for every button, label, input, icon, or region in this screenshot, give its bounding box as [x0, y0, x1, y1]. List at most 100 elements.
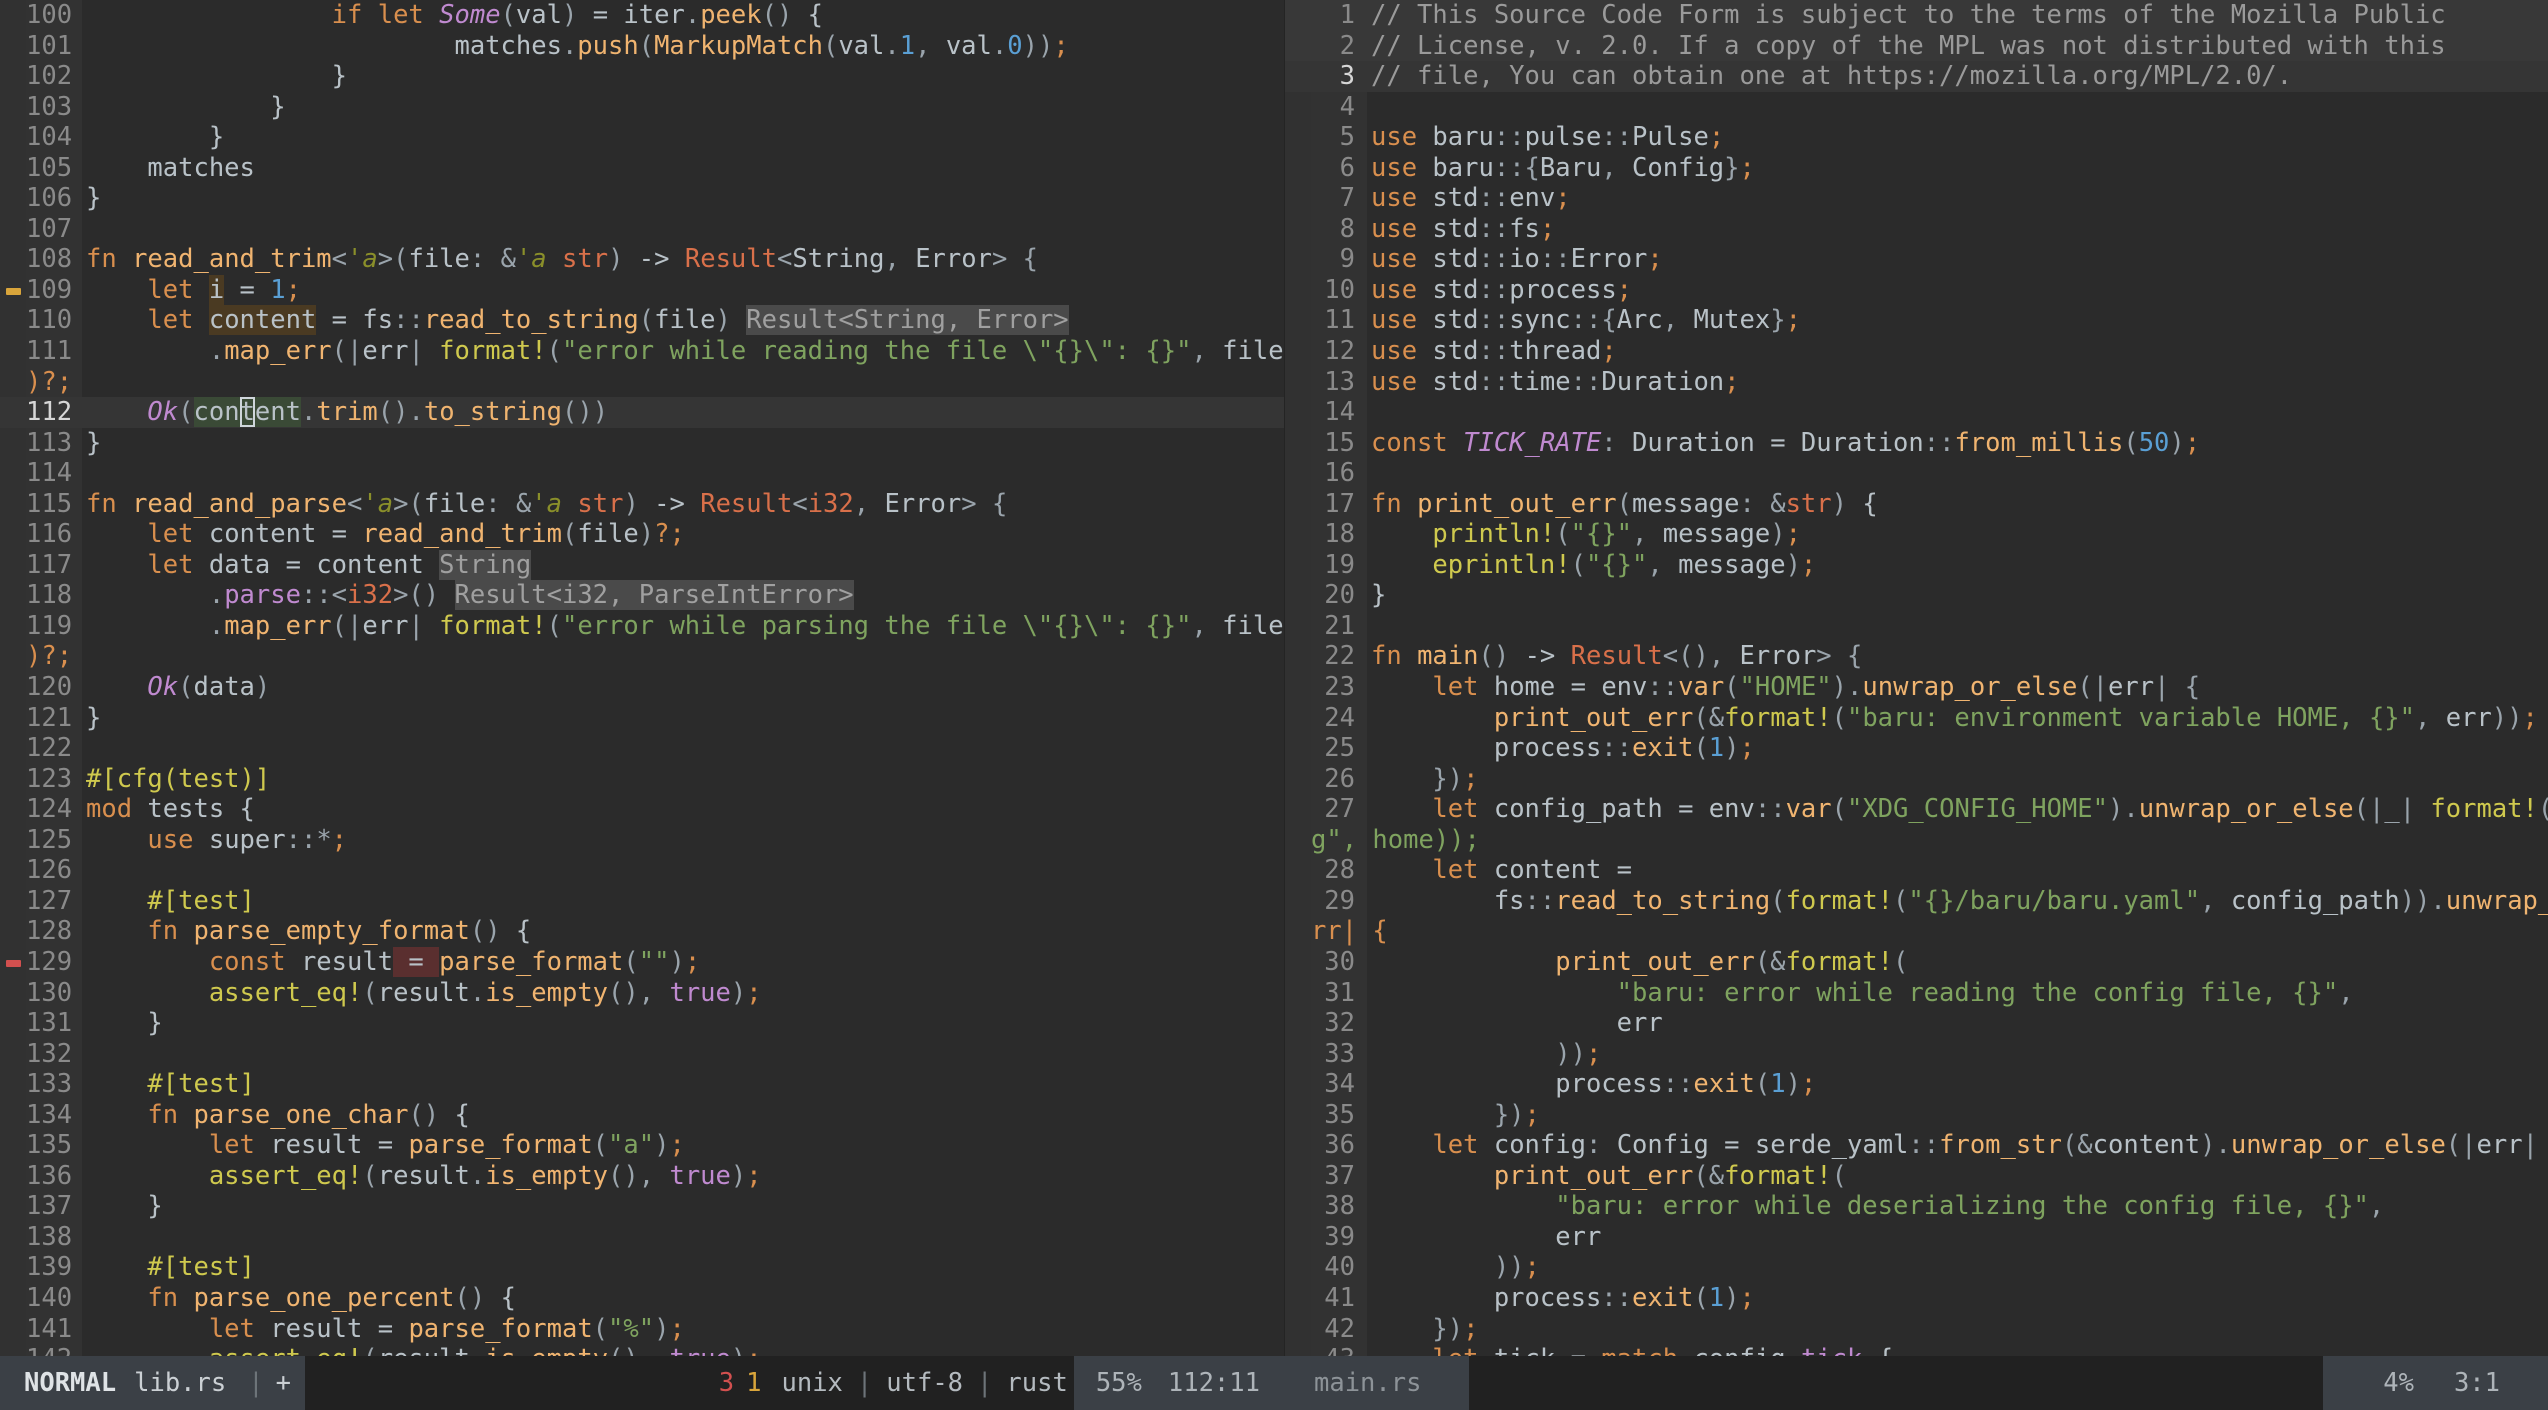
sign-cell[interactable]: [1285, 1344, 1311, 1356]
code-line[interactable]: 22fn main() -> Result<(), Error> {: [1285, 641, 2548, 672]
code-line[interactable]: 12use std::thread;: [1285, 336, 2548, 367]
sign-cell[interactable]: [1285, 1039, 1311, 1070]
sign-cell[interactable]: [1285, 214, 1311, 245]
code-text[interactable]: ));: [1367, 1252, 2548, 1283]
code-text[interactable]: use std::thread;: [1367, 336, 2548, 367]
code-line[interactable]: 133 #[test]: [0, 1069, 1284, 1100]
code-line[interactable]: 27 let config_path = env::var("XDG_CONFI…: [1285, 794, 2548, 825]
code-line[interactable]: 101 matches.push(MarkupMatch(val.1, val.…: [0, 31, 1284, 62]
code-text[interactable]: use std::sync::{Arc, Mutex};: [1367, 305, 2548, 336]
code-line[interactable]: 10use std::process;: [1285, 275, 2548, 306]
code-line[interactable]: 36 let config: Config = serde_yaml::from…: [1285, 1130, 2548, 1161]
sign-cell[interactable]: [1285, 978, 1311, 1009]
code-line[interactable]: 31 "baru: error while reading the config…: [1285, 978, 2548, 1009]
code-line[interactable]: 2// License, v. 2.0. If a copy of the MP…: [1285, 31, 2548, 62]
code-text[interactable]: fn parse_one_char() {: [82, 1100, 1284, 1131]
code-text[interactable]: #[test]: [82, 886, 1284, 917]
code-text[interactable]: "baru: error while reading the config fi…: [1367, 978, 2548, 1009]
code-line[interactable]: 34 process::exit(1);: [1285, 1069, 2548, 1100]
code-text[interactable]: let result = parse_format("a");: [82, 1130, 1284, 1161]
sign-cell[interactable]: [1285, 794, 1311, 825]
code-text[interactable]: use std::process;: [1367, 275, 2548, 306]
code-text[interactable]: let result = parse_format("%");: [82, 1314, 1284, 1345]
code-text[interactable]: err: [1367, 1008, 2548, 1039]
code-text[interactable]: "baru: error while deserializing the con…: [1367, 1191, 2548, 1222]
code-line[interactable]: 7use std::env;: [1285, 183, 2548, 214]
code-text[interactable]: assert_eq!(result.is_empty(), true);: [82, 1344, 1284, 1356]
code-text[interactable]: let config: Config = serde_yaml::from_st…: [1367, 1130, 2548, 1161]
code-text[interactable]: // License, v. 2.0. If a copy of the MPL…: [1367, 31, 2548, 62]
code-line[interactable]: 129 const result = parse_format("");: [0, 947, 1284, 978]
sign-cell[interactable]: [1285, 1161, 1311, 1192]
code-line[interactable]: 111 .map_err(|err| format!("error while …: [0, 336, 1284, 367]
sign-cell[interactable]: [0, 1100, 26, 1131]
code-text[interactable]: // This Source Code Form is subject to t…: [1367, 0, 2548, 31]
code-text[interactable]: }: [82, 183, 1284, 214]
sign-cell[interactable]: [1285, 1130, 1311, 1161]
sign-cell[interactable]: [1285, 183, 1311, 214]
code-line[interactable]: 25 process::exit(1);: [1285, 733, 2548, 764]
sign-cell[interactable]: [0, 1161, 26, 1192]
sign-cell[interactable]: [1285, 92, 1311, 123]
code-line[interactable]: 42 });: [1285, 1314, 2548, 1345]
code-text[interactable]: print_out_err(&format!(: [1367, 947, 2548, 978]
code-text[interactable]: ));: [1367, 1039, 2548, 1070]
sign-cell[interactable]: [1285, 886, 1311, 917]
sign-cell[interactable]: [0, 31, 26, 62]
code-line[interactable]: 30 print_out_err(&format!(: [1285, 947, 2548, 978]
code-text[interactable]: fn parse_one_percent() {: [82, 1283, 1284, 1314]
code-text[interactable]: use std::time::Duration;: [1367, 367, 2548, 398]
sign-cell[interactable]: [0, 703, 26, 734]
code-text[interactable]: .map_err(|err| format!("error while pars…: [82, 611, 1284, 642]
sign-cell[interactable]: [1285, 1283, 1311, 1314]
code-text[interactable]: let config_path = env::var("XDG_CONFIG_H…: [1367, 794, 2548, 825]
sign-cell[interactable]: [0, 489, 26, 520]
code-line[interactable]: 113}: [0, 428, 1284, 459]
code-text[interactable]: let data = content String: [82, 550, 1284, 581]
code-line[interactable]: 18 println!("{}", message);: [1285, 519, 2548, 550]
sign-cell[interactable]: [0, 794, 26, 825]
pane-main-rs[interactable]: 1// This Source Code Form is subject to …: [1284, 0, 2548, 1356]
sign-cell[interactable]: [1285, 703, 1311, 734]
code-text[interactable]: let tick = match config.tick {: [1367, 1344, 2548, 1356]
code-line[interactable]: 141 let result = parse_format("%");: [0, 1314, 1284, 1345]
sign-cell[interactable]: [0, 336, 26, 367]
sign-cell[interactable]: [1285, 153, 1311, 184]
sign-cell[interactable]: [0, 397, 26, 428]
code-text[interactable]: process::exit(1);: [1367, 1069, 2548, 1100]
code-line[interactable]: 142 assert_eq!(result.is_empty(), true);: [0, 1344, 1284, 1356]
sign-cell[interactable]: [0, 1344, 26, 1356]
sign-cell[interactable]: [0, 183, 26, 214]
sign-cell[interactable]: [0, 0, 26, 31]
sign-cell[interactable]: [0, 1008, 26, 1039]
sign-cell[interactable]: [1285, 764, 1311, 795]
sign-cell[interactable]: [0, 458, 26, 489]
code-text[interactable]: const TICK_RATE: Duration = Duration::fr…: [1367, 428, 2548, 459]
code-text[interactable]: use baru::{Baru, Config};: [1367, 153, 2548, 184]
code-line[interactable]: 1// This Source Code Form is subject to …: [1285, 0, 2548, 31]
code-line[interactable]: 100 if let Some(val) = iter.peek() {: [0, 0, 1284, 31]
error-sign-icon[interactable]: [0, 947, 26, 978]
code-text[interactable]: }: [1367, 580, 2548, 611]
sign-cell[interactable]: [0, 1283, 26, 1314]
sign-cell[interactable]: [1285, 367, 1311, 398]
code-text[interactable]: });: [1367, 764, 2548, 795]
code-text[interactable]: matches.push(MarkupMatch(val.1, val.0));: [82, 31, 1284, 62]
code-text[interactable]: matches: [82, 153, 1284, 184]
code-line-wrap[interactable]: g", home));: [1285, 825, 2548, 856]
sign-cell[interactable]: [0, 978, 26, 1009]
code-line-wrap[interactable]: )?;: [0, 641, 1284, 672]
code-line[interactable]: 122: [0, 733, 1284, 764]
code-line[interactable]: 24 print_out_err(&format!("baru: environ…: [1285, 703, 2548, 734]
code-line[interactable]: 127 #[test]: [0, 886, 1284, 917]
sign-cell[interactable]: [0, 825, 26, 856]
code-line[interactable]: 17fn print_out_err(message: &str) {: [1285, 489, 2548, 520]
code-line[interactable]: 15const TICK_RATE: Duration = Duration::…: [1285, 428, 2548, 459]
code-text[interactable]: }: [82, 92, 1284, 123]
sign-cell[interactable]: [1285, 611, 1311, 642]
code-line[interactable]: 19 eprintln!("{}", message);: [1285, 550, 2548, 581]
sign-cell[interactable]: [1285, 428, 1311, 459]
code-text[interactable]: fn parse_empty_format() {: [82, 916, 1284, 947]
code-line[interactable]: 136 assert_eq!(result.is_empty(), true);: [0, 1161, 1284, 1192]
sign-cell[interactable]: [0, 1222, 26, 1253]
